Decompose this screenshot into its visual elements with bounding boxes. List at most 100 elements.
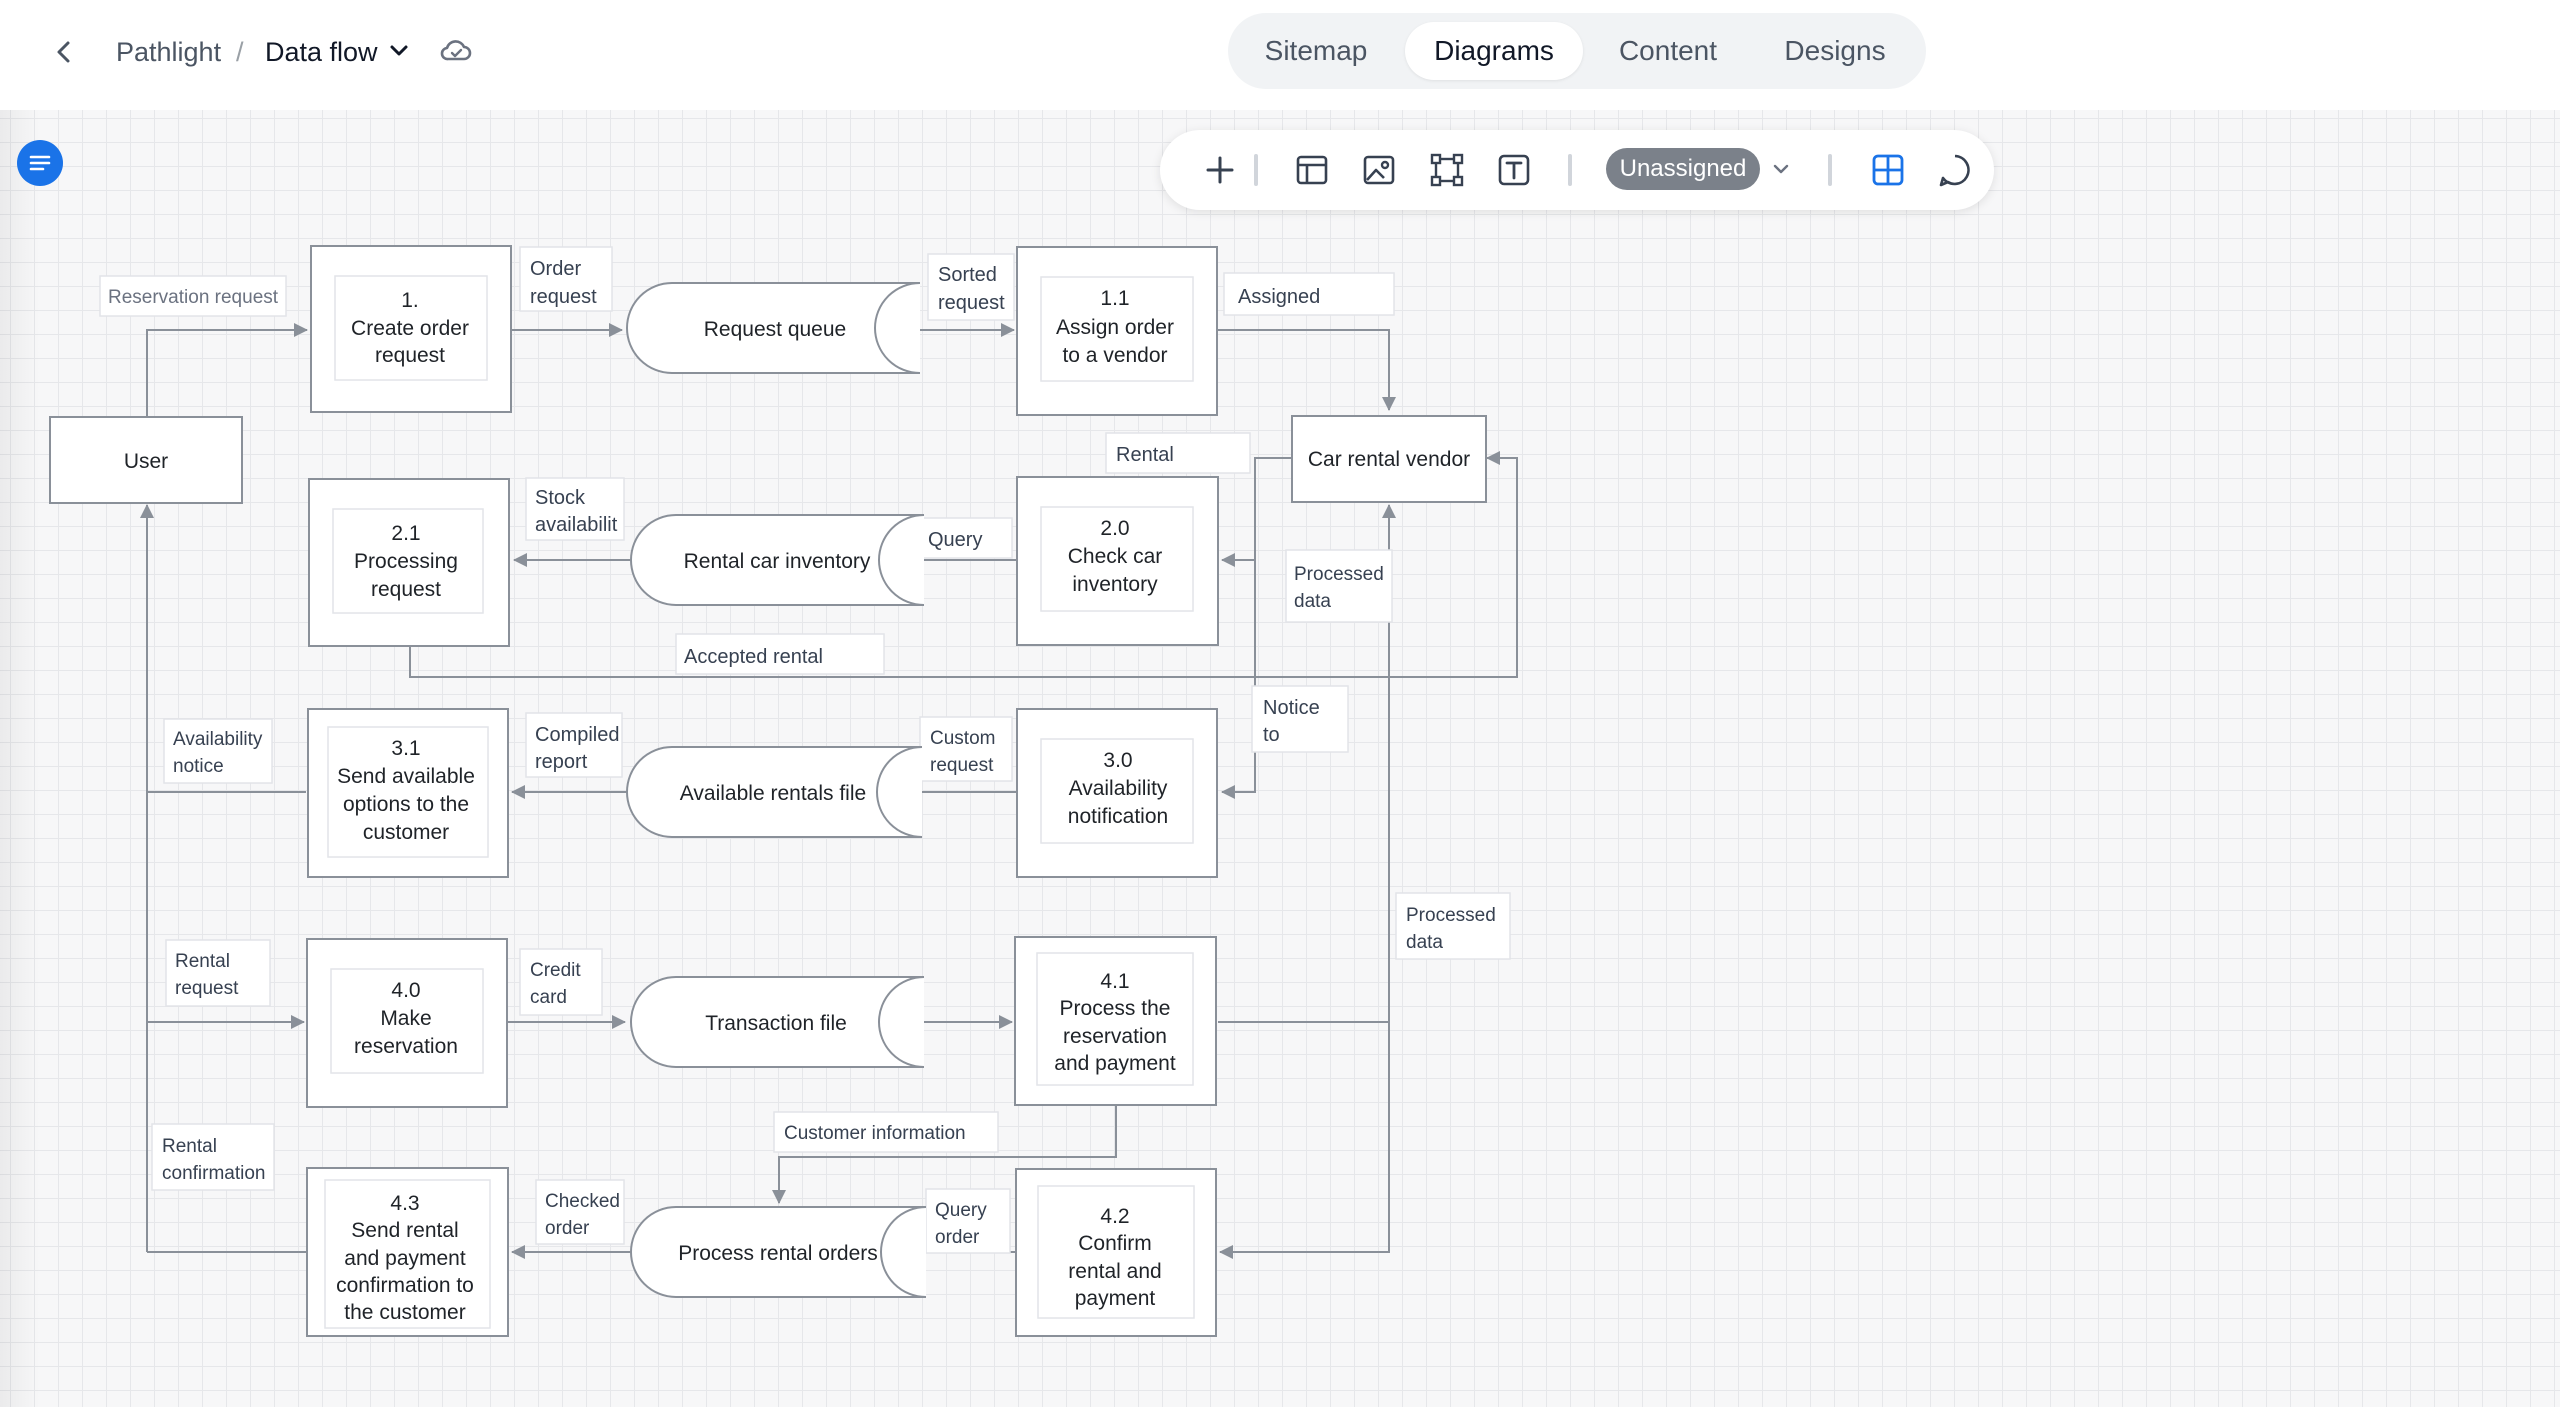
breadcrumb-project[interactable]: Pathlight bbox=[116, 32, 221, 72]
breadcrumb-current-page[interactable]: Data flow bbox=[265, 32, 378, 72]
svg-text:request: request bbox=[530, 286, 597, 308]
process-line: rental and bbox=[1068, 1260, 1161, 1283]
datastore-transaction-file[interactable]: Transaction file bbox=[630, 976, 925, 1068]
chevron-down-icon[interactable] bbox=[386, 38, 412, 64]
outline-menu-button[interactable] bbox=[17, 140, 63, 186]
text-icon[interactable] bbox=[1492, 148, 1536, 192]
label-line: Rental bbox=[1116, 444, 1174, 466]
svg-text:4.1: 4.1 bbox=[1100, 970, 1129, 993]
process-2-1-processing-request[interactable]: 2.1 Processing request bbox=[308, 478, 510, 647]
label-processed-data-1[interactable]: Processed data bbox=[1285, 549, 1393, 623]
label-checked-order[interactable]: Checked order bbox=[535, 1179, 625, 1245]
tab-sitemap[interactable]: Sitemap bbox=[1237, 22, 1395, 80]
label-line: confirmation bbox=[162, 1163, 266, 1184]
flow-reservation-request[interactable] bbox=[146, 323, 308, 417]
svg-text:and payment: and payment bbox=[344, 1247, 466, 1270]
svg-text:Sorted: Sorted bbox=[938, 264, 997, 286]
label-compiled-report[interactable]: Compiled report bbox=[525, 712, 623, 778]
svg-text:Car rental vendor: Car rental vendor bbox=[1308, 448, 1470, 471]
svg-text:request: request bbox=[375, 344, 445, 367]
datastore-available-rentals-file[interactable]: Available rentals file bbox=[626, 746, 923, 838]
plus-icon[interactable] bbox=[1198, 148, 1242, 192]
flow-vendor-confirm[interactable] bbox=[1219, 1022, 1390, 1259]
entity-car-rental-vendor[interactable]: Car rental vendor bbox=[1291, 415, 1487, 503]
process-4-2-confirm-rental-payment[interactable]: 4.2 Confirm rental and payment bbox=[1015, 1168, 1217, 1337]
svg-text:confirmation to: confirmation to bbox=[336, 1274, 474, 1297]
label-notice-to[interactable]: Notice to bbox=[1251, 685, 1349, 753]
label-line: Rental bbox=[162, 1136, 217, 1157]
process-line: payment bbox=[1075, 1287, 1156, 1310]
process-line: 4.2 bbox=[1100, 1205, 1129, 1228]
label-assigned[interactable]: Assigned bbox=[1223, 272, 1395, 316]
process-line: options to the bbox=[343, 793, 469, 816]
process-3-0-availability-notification[interactable]: 3.0 Availability notification bbox=[1016, 708, 1218, 878]
svg-text:Query: Query bbox=[928, 529, 982, 551]
process-2-0-check-car-inventory[interactable]: 2.0 Check car inventory bbox=[1016, 476, 1219, 646]
label-credit-card[interactable]: Credit card bbox=[519, 948, 603, 1016]
frame-icon[interactable] bbox=[1425, 148, 1469, 192]
svg-text:Process rental orders: Process rental orders bbox=[678, 1242, 878, 1265]
diagram-canvas[interactable]: Reservation request Order request Sorted… bbox=[0, 110, 2560, 1407]
label-line: Order bbox=[530, 258, 581, 280]
label-rental[interactable]: Rental bbox=[1105, 432, 1251, 474]
svg-text:Make: Make bbox=[380, 1007, 431, 1030]
label-custom-request[interactable]: Custom request bbox=[919, 716, 1013, 782]
process-line: reservation bbox=[1063, 1025, 1167, 1048]
process-line: notification bbox=[1068, 805, 1168, 828]
label-accepted-rental[interactable]: Accepted rental bbox=[675, 633, 885, 675]
label-customer-information[interactable]: Customer information bbox=[773, 1111, 999, 1153]
label-rental-confirmation[interactable]: Rental confirmation bbox=[151, 1123, 275, 1191]
diagram-toolbar: Unassigned bbox=[1160, 130, 1994, 210]
process-line: 4.3 bbox=[390, 1192, 419, 1215]
svg-text:request: request bbox=[930, 755, 994, 776]
tab-diagrams[interactable]: Diagrams bbox=[1405, 22, 1583, 80]
label-stock-availability[interactable]: Stock availabilit bbox=[525, 477, 625, 541]
label-rental-request[interactable]: Rental request bbox=[165, 939, 271, 1007]
flow-assigned[interactable] bbox=[1218, 329, 1396, 411]
svg-text:customer: customer bbox=[363, 821, 449, 844]
process-4-3-send-rental-confirmation[interactable]: 4.3 Send rental and payment confirmation… bbox=[306, 1167, 509, 1337]
label-line: report bbox=[535, 751, 588, 773]
datastore-label: Request queue bbox=[704, 318, 846, 341]
process-4-1-process-reservation-payment[interactable]: 4.1 Process the reservation and payment bbox=[1014, 936, 1217, 1106]
label-processed-data-2[interactable]: Processed data bbox=[1395, 892, 1511, 960]
datastore-process-rental-orders[interactable]: Process rental orders bbox=[630, 1206, 927, 1298]
label-line: data bbox=[1294, 591, 1331, 612]
cloud-sync-icon[interactable] bbox=[438, 34, 474, 68]
chevron-down-icon[interactable] bbox=[1770, 158, 1792, 180]
datastore-request-queue[interactable]: Request queue bbox=[626, 282, 921, 374]
comment-icon[interactable] bbox=[1933, 148, 1977, 192]
svg-text:Request queue: Request queue bbox=[704, 318, 846, 341]
process-line: Send rental bbox=[351, 1219, 458, 1242]
process-1-create-order-request[interactable]: 1. Create order request bbox=[310, 245, 512, 413]
process-line: 4.1 bbox=[1100, 970, 1129, 993]
svg-text:Rental: Rental bbox=[1116, 444, 1174, 466]
label-order-request[interactable]: Order request bbox=[519, 246, 613, 312]
image-icon[interactable] bbox=[1357, 148, 1401, 192]
process-4-0-make-reservation[interactable]: 4.0 Make reservation bbox=[306, 938, 508, 1108]
grid-icon[interactable] bbox=[1866, 148, 1910, 192]
label-reservation-request[interactable]: Reservation request bbox=[99, 275, 287, 317]
datastore-rental-car-inventory[interactable]: Rental car inventory bbox=[630, 514, 925, 606]
svg-text:Processed: Processed bbox=[1294, 564, 1384, 585]
process-1-1-assign-order[interactable]: 1.1 Assign order to a vendor bbox=[1016, 246, 1218, 416]
process-line: and payment bbox=[1054, 1052, 1176, 1075]
back-chevron-icon[interactable] bbox=[48, 36, 80, 68]
tab-content[interactable]: Content bbox=[1593, 22, 1743, 80]
svg-text:Stock: Stock bbox=[535, 487, 586, 509]
process-3-1-send-available-options[interactable]: 3.1 Send available options to the custom… bbox=[307, 708, 509, 878]
svg-text:Transaction file: Transaction file bbox=[705, 1012, 847, 1035]
process-line: to a vendor bbox=[1062, 344, 1167, 367]
breadcrumb-separator: / bbox=[236, 37, 244, 67]
svg-text:4.3: 4.3 bbox=[390, 1192, 419, 1215]
tab-designs[interactable]: Designs bbox=[1753, 22, 1917, 80]
entity-user[interactable]: User bbox=[49, 416, 243, 504]
layout-icon[interactable] bbox=[1290, 148, 1334, 192]
label-availability-notice[interactable]: Availability notice bbox=[163, 718, 273, 784]
label-line: Compiled bbox=[535, 724, 619, 746]
label-query-order[interactable]: Query order bbox=[925, 1188, 1011, 1254]
label-sorted-request[interactable]: Sorted request bbox=[927, 253, 1015, 321]
label-query[interactable]: Query bbox=[915, 517, 1013, 559]
assignee-select[interactable]: Unassigned bbox=[1606, 148, 1760, 190]
toolbar-divider bbox=[1828, 154, 1832, 186]
